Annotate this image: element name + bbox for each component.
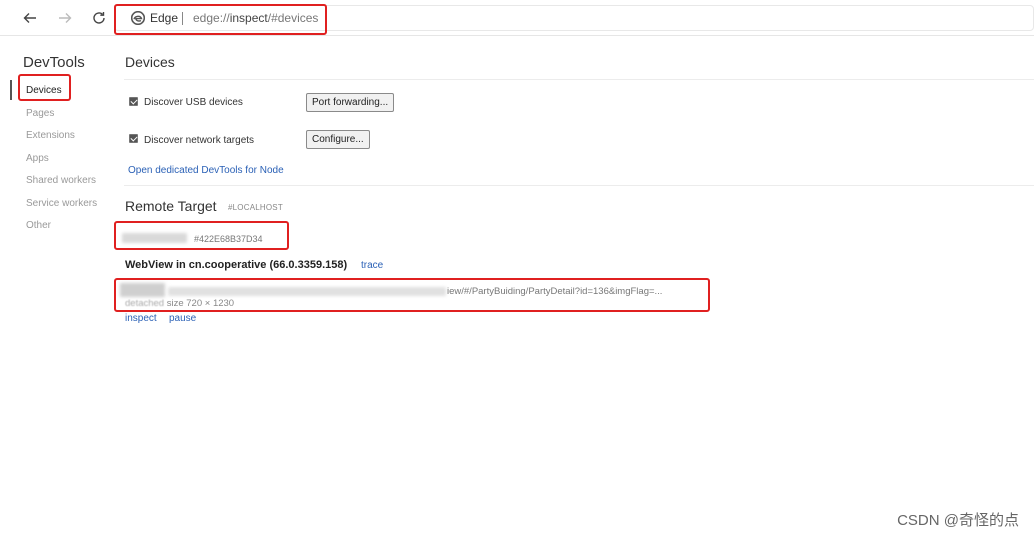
network-checkbox[interactable] [129, 134, 138, 143]
sidebar-active-indicator [10, 80, 12, 100]
usb-checkbox[interactable] [129, 97, 138, 106]
sidebar-item-service-workers[interactable]: Service workers [26, 198, 97, 210]
annotation-box-devices [18, 74, 71, 101]
annotation-box-page [114, 278, 710, 312]
inspect-link[interactable]: inspect [125, 313, 157, 325]
forward-icon[interactable] [55, 8, 75, 28]
configure-button[interactable]: Configure... [306, 130, 370, 149]
remote-target-heading: Remote Target [125, 198, 217, 214]
back-icon[interactable] [20, 8, 40, 28]
webview-title: WebView in cn.cooperative (66.0.3359.158… [125, 259, 348, 271]
open-node-devtools-link[interactable]: Open dedicated DevTools for Node [128, 165, 284, 177]
sidebar-item-other[interactable]: Other [26, 220, 51, 232]
usb-label: Discover USB devices [144, 97, 243, 108]
sidebar-item-shared-workers[interactable]: Shared workers [26, 175, 96, 187]
network-label: Discover network targets [144, 135, 255, 146]
remote-target-subheading: #LOCALHOST [228, 203, 283, 212]
sidebar-item-apps[interactable]: Apps [26, 153, 49, 165]
sidebar-title: DevTools [23, 54, 85, 71]
sidebar-item-pages[interactable]: Pages [26, 108, 54, 120]
sidebar-item-extensions[interactable]: Extensions [26, 130, 75, 142]
divider [124, 185, 1034, 186]
devices-heading: Devices [125, 54, 175, 70]
watermark: CSDN @奇怪的点 [897, 512, 1019, 529]
trace-link[interactable]: trace [361, 260, 383, 272]
port-forwarding-button[interactable]: Port forwarding... [306, 93, 395, 112]
reload-icon[interactable] [89, 8, 109, 28]
divider [124, 79, 1034, 80]
annotation-box-device [114, 221, 289, 250]
annotation-box-address [114, 4, 327, 35]
pause-link[interactable]: pause [169, 313, 196, 325]
